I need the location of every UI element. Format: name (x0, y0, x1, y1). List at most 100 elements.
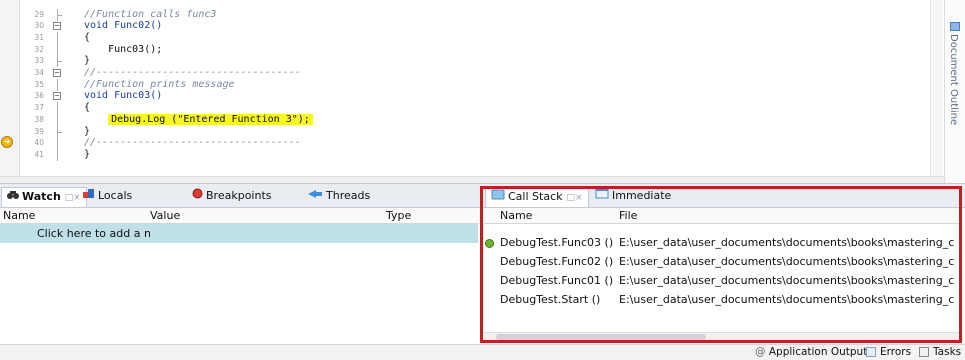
line-number: 32 (34, 44, 44, 54)
watch-add-row-text: Click here to add a n (37, 227, 151, 240)
callstack-row[interactable]: DebugTest.Func03 () E:\user_data\user_doc… (484, 233, 960, 252)
callstack-row[interactable]: DebugTest.Start () E:\user_data\user_docu… (484, 290, 960, 309)
tasks-label: Tasks (933, 346, 962, 358)
callstack-col-file[interactable]: File (619, 208, 637, 223)
tab-call-stack[interactable]: Call Stack □× (485, 187, 589, 207)
tab-immediate-label: Immediate (612, 189, 672, 202)
code-line: 37 { (0, 102, 944, 115)
editor-horizontal-scrollbar[interactable] (0, 176, 944, 183)
line-number: 36 (34, 91, 44, 101)
code-line: 38 Debug.Log ("Entered Function 3"); (0, 113, 944, 126)
status-bar: @ Application Output Errors Tasks (0, 344, 965, 360)
code-line: 31 { (0, 31, 944, 44)
code-line: 36− void Func03() (0, 90, 944, 102)
tab-watch[interactable]: Watch □× (1, 187, 87, 207)
code-line: 30− void Func02() (0, 20, 944, 32)
tab-breakpoints[interactable]: Breakpoints (192, 187, 272, 207)
application-output-label: Application Output (768, 346, 868, 358)
tasks-icon (919, 347, 929, 357)
line-number: 39 (34, 126, 44, 136)
application-output-button[interactable]: @ Application Output (755, 345, 867, 360)
callstack-row[interactable]: DebugTest.Func02 () E:\user_data\user_doc… (484, 252, 960, 271)
watch-column-headers: Name Value Type (0, 208, 479, 224)
threads-icon (307, 187, 323, 205)
tab-call-stack-close-icon[interactable]: □× (566, 193, 582, 203)
errors-label: Errors (880, 346, 912, 358)
fold-guide (57, 43, 58, 56)
code-line: 34 − //---------------------------------- (0, 67, 944, 79)
tab-threads[interactable]: Threads (307, 187, 370, 207)
callstack-frame-file: E:\user_data\user_documents\documents\bo… (619, 274, 955, 287)
code-text: Func03(); (84, 43, 163, 55)
code-line: 39} (0, 125, 944, 138)
watch-add-row[interactable]: Click here to add a n (0, 224, 478, 243)
callstack-frame-file: E:\user_data\user_documents\documents\bo… (619, 255, 955, 268)
fold-guide-end (57, 131, 62, 133)
code-line: 33} (0, 55, 944, 68)
tab-breakpoints-label: Breakpoints (206, 189, 272, 202)
line-number: 37 (34, 103, 44, 113)
current-statement: Debug.Log ("Entered Function 3"); (84, 113, 313, 126)
fold-toggle-icon[interactable]: − (53, 22, 61, 31)
document-outline-icon (950, 22, 960, 31)
code-text: //---------------------------------- (84, 67, 301, 78)
breakpoint-icon (192, 187, 203, 205)
highlighted-statement: Debug.Log ("Entered Function 3"); (108, 113, 313, 125)
code-text: } (84, 125, 91, 137)
callstack-tabbar: Call Stack □× Immediate (479, 184, 965, 208)
code-line: 40 //---------------------------------- (0, 137, 944, 150)
fold-guide-end (57, 14, 62, 16)
fold-guide (57, 102, 58, 115)
line-number: 34 (34, 68, 44, 77)
watch-col-type[interactable]: Type (386, 208, 411, 223)
tab-watch-close-icon[interactable]: □× (65, 193, 81, 203)
callstack-frame-name: DebugTest.Start () (500, 293, 601, 306)
code-line: 35 //Function prints message (0, 78, 944, 91)
editor-vertical-scrollbar[interactable] (930, 0, 943, 176)
line-number: 31 (34, 32, 44, 42)
code-text: } (84, 55, 91, 67)
code-line: 41} (0, 148, 944, 161)
watch-tabbar: Watch □× Locals Breakpoints Threads (0, 184, 479, 208)
code-text: void Func03() (84, 90, 163, 102)
debug-pad: Watch □× Locals Breakpoints Threads Call … (0, 183, 965, 347)
fold-toggle-icon[interactable]: − (53, 69, 61, 77)
code-text: void Func02() (84, 20, 163, 32)
line-number: 29 (34, 9, 44, 19)
callstack-frame-name: DebugTest.Func01 () (500, 274, 614, 287)
document-outline-sidebar[interactable]: Document Outline (944, 0, 965, 183)
code-editor[interactable]: ➔ 29//Function calls func3 30− void Func02… (0, 0, 944, 183)
callstack-frame-name: DebugTest.Func02 () (500, 255, 614, 268)
callstack-horizontal-scrollbar[interactable] (484, 332, 960, 341)
line-number: 38 (34, 114, 44, 124)
errors-button[interactable]: Errors (866, 345, 911, 360)
fold-toggle-icon[interactable]: − (53, 92, 61, 101)
code-line: 29 //Function calls func3 (0, 8, 944, 21)
callstack-icon (491, 188, 505, 206)
document-outline-label[interactable]: Document Outline (948, 34, 959, 125)
tasks-button[interactable]: Tasks (919, 345, 961, 360)
immediate-icon (595, 187, 609, 205)
code-text: //Function prints message (84, 78, 235, 90)
fold-guide (57, 148, 58, 161)
tab-locals-label: Locals (98, 189, 133, 202)
watch-col-value[interactable]: Value (150, 208, 180, 223)
fold-guide (57, 78, 58, 91)
callstack-scroll-thumb[interactable] (496, 334, 706, 340)
code-text: //Function calls func3 (84, 8, 217, 20)
callstack-row[interactable]: DebugTest.Func01 () E:\user_data\user_doc… (484, 271, 960, 290)
binoculars-icon (7, 188, 19, 206)
callstack-col-name[interactable]: Name (500, 208, 532, 223)
callstack-frame-file: E:\user_data\user_documents\documents\bo… (619, 236, 955, 249)
tab-threads-label: Threads (326, 189, 371, 202)
line-number: 41 (34, 149, 44, 159)
locals-icon (83, 187, 95, 205)
callstack-frame-name: DebugTest.Func03 () (500, 236, 614, 249)
code-text: { (84, 102, 91, 114)
output-icon: @ (755, 346, 766, 358)
tab-locals[interactable]: Locals (83, 187, 132, 207)
tab-immediate[interactable]: Immediate (595, 187, 671, 207)
callstack-column-headers: Name File (484, 208, 960, 224)
watch-col-name[interactable]: Name (3, 208, 35, 223)
fold-guide (57, 137, 58, 150)
